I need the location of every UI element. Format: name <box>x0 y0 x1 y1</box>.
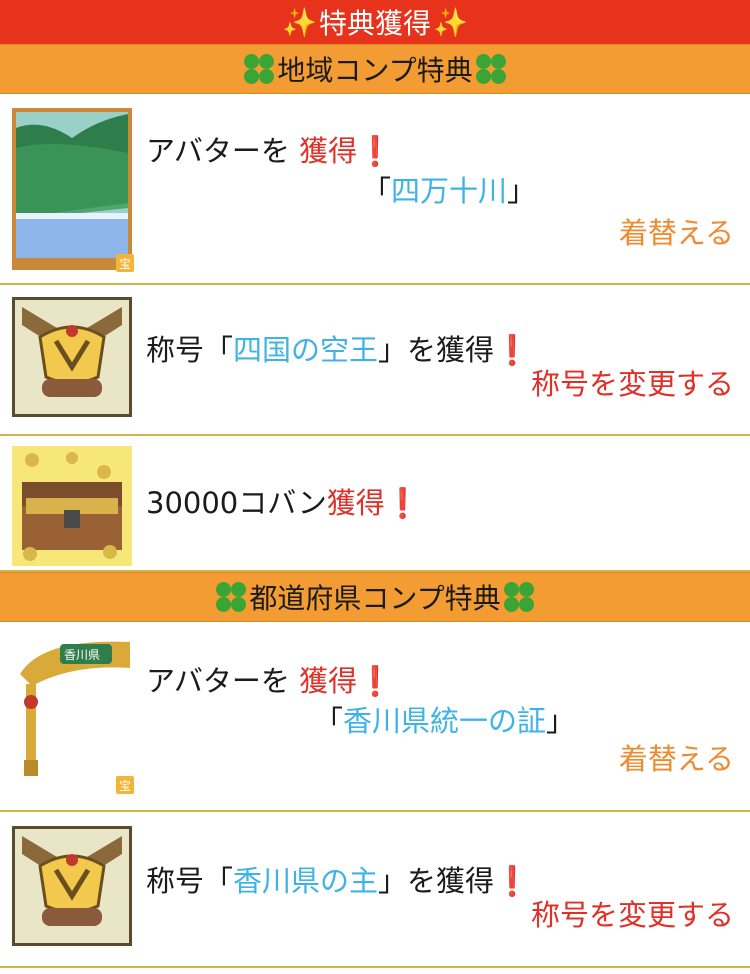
reward-text: 30000コバン獲得❗ <box>146 486 421 520</box>
reward-text: アバターを 獲得❗ <box>146 134 394 168</box>
section-header-prefecture: 都道府県コンプ特典 <box>0 572 750 622</box>
reward-row-title: 称号「四国の空王」を獲得❗ 称号を変更する <box>0 285 750 436</box>
landscape-avatar-icon: 宝 <box>12 108 134 274</box>
avatar-name: 「香川県統一の証」 <box>314 704 576 738</box>
change-title-button[interactable]: 称号を変更する <box>531 892 734 934</box>
page-header: ✨ 特典獲得 ✨ <box>0 0 750 44</box>
clover-icon <box>244 54 275 84</box>
section-title: 地域コンプ特典 <box>277 54 473 87</box>
change-outfit-button[interactable]: 着替える <box>619 736 734 778</box>
title-name-link[interactable]: 香川県の主 <box>233 864 378 898</box>
reward-row-coins: 30000コバン獲得❗ <box>0 436 750 572</box>
title-name-link[interactable]: 四国の空王 <box>233 333 378 367</box>
medal-label: 香川県 <box>64 648 101 662</box>
reward-row-title: 称号「香川県の主」を獲得❗ 称号を変更する <box>0 812 750 968</box>
reward-text: アバターを 獲得❗ <box>146 664 394 698</box>
treasure-badge: 宝 <box>116 254 134 272</box>
treasure-chest-icon <box>12 446 132 570</box>
avatar-name-link[interactable]: 香川県統一の証 <box>343 704 546 738</box>
change-title-button[interactable]: 称号を変更する <box>531 361 734 403</box>
kabuto-title-icon <box>12 826 132 950</box>
clover-icon <box>503 582 534 612</box>
reward-row-avatar: 宝 アバターを 獲得❗ 「四万十川」 着替える <box>0 94 750 285</box>
clover-icon <box>475 54 506 84</box>
avatar-name: 「四万十川」 <box>362 174 537 208</box>
section-title: 都道府県コンプ特典 <box>249 582 501 615</box>
kabuto-title-icon <box>12 297 132 421</box>
reward-row-avatar: 香川県 宝 アバターを 獲得❗ 「香川県統一の証」 着替える <box>0 622 750 812</box>
winged-medal-avatar-icon: 香川県 宝 <box>12 634 134 794</box>
section-header-regional: 地域コンプ特典 <box>0 44 750 94</box>
avatar-name-link[interactable]: 四万十川 <box>391 174 507 208</box>
sparkle-icon: ✨ <box>433 5 468 39</box>
treasure-badge: 宝 <box>116 776 134 794</box>
change-outfit-button[interactable]: 着替える <box>619 210 734 252</box>
sparkle-icon: ✨ <box>282 5 317 39</box>
reward-text: 称号「香川県の主」を獲得❗ <box>146 864 531 898</box>
page-title: 特典獲得 <box>318 7 431 40</box>
reward-text: 称号「四国の空王」を獲得❗ <box>146 333 531 367</box>
clover-icon <box>216 582 247 612</box>
